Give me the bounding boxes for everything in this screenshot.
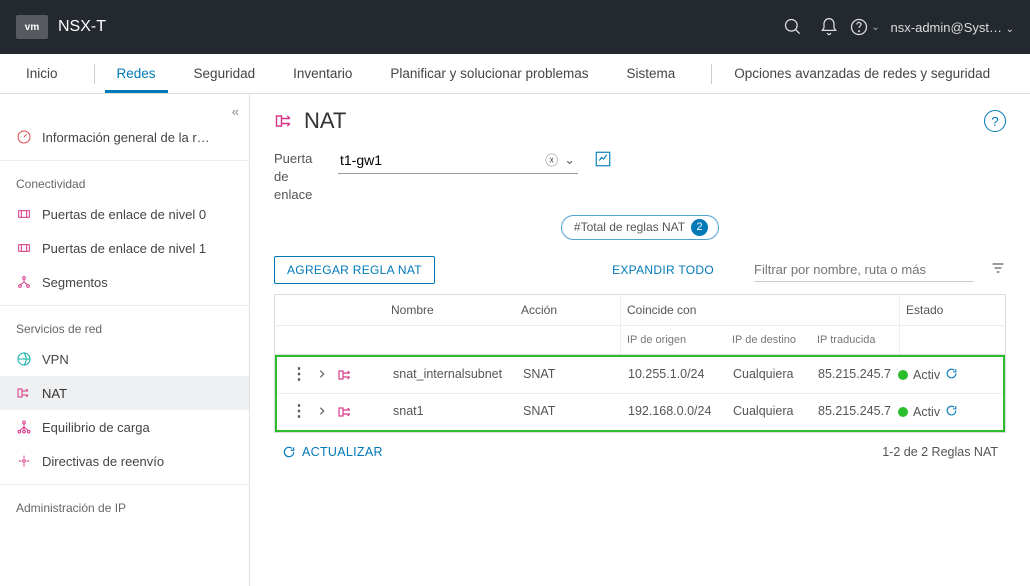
help-icon[interactable]: ?	[984, 110, 1006, 132]
sidebar-section-ipadmin: Administración de IP	[0, 491, 249, 521]
expand-row-icon[interactable]	[317, 368, 327, 382]
tab-redes[interactable]: Redes	[105, 55, 168, 93]
add-nat-rule-button[interactable]: AGREGAR REGLA NAT	[274, 256, 435, 284]
load-balance-icon	[16, 419, 32, 435]
cell-status: Activ	[913, 405, 940, 419]
table-row[interactable]: ⋮ snat1 SNAT 192.168.0.0/24 Cualquiera 8…	[277, 394, 1003, 430]
search-icon[interactable]	[775, 9, 811, 45]
nat-icon	[16, 385, 32, 401]
col-action: Acción	[515, 295, 620, 325]
refresh-row-icon[interactable]	[945, 367, 958, 383]
sidebar: « Información general de la r… Conectivi…	[0, 94, 250, 586]
sidebar-section-connectivity: Conectividad	[0, 167, 249, 197]
user-menu[interactable]: nsx-admin@Syst… ⌄	[891, 20, 1014, 35]
refresh-row-icon[interactable]	[945, 404, 958, 420]
sidebar-item-tier1[interactable]: Puertas de enlace de nivel 1	[0, 231, 249, 265]
gateway-selector[interactable]: ⓧ ⌄	[338, 146, 578, 174]
cell-action: SNAT	[517, 404, 622, 418]
tab-inventario[interactable]: Inventario	[281, 55, 364, 93]
main-tabs: Inicio Redes Seguridad Inventario Planif…	[0, 54, 1030, 94]
sidebar-item-label: Directivas de reenvío	[42, 454, 164, 469]
sidebar-item-label: Información general de la r…	[42, 130, 210, 145]
cell-action: SNAT	[517, 367, 622, 381]
page-title: NAT	[304, 108, 346, 134]
clear-icon[interactable]: ⓧ	[542, 150, 561, 169]
filter-input[interactable]	[754, 258, 974, 282]
sidebar-item-nat[interactable]: NAT	[0, 376, 249, 410]
tab-seguridad[interactable]: Seguridad	[182, 55, 268, 93]
tier1-gateway-icon	[16, 240, 32, 256]
gateway-input[interactable]	[338, 152, 542, 168]
table-row[interactable]: ⋮ snat_internalsubnet SNAT 10.255.1.0/24…	[277, 357, 1003, 394]
cell-status: Activ	[913, 368, 940, 382]
dashboard-icon	[16, 129, 32, 145]
nat-rules-table: Nombre Acción Coincide con Estado IP de …	[274, 294, 1006, 433]
bell-icon[interactable]	[811, 9, 847, 45]
badge-label: #Total de reglas NAT	[574, 220, 685, 234]
sidebar-item-label: VPN	[42, 352, 69, 367]
help-menu-icon[interactable]: ⌄	[847, 9, 883, 45]
sidebar-item-tier0[interactable]: Puertas de enlace de nivel 0	[0, 197, 249, 231]
nat-rule-icon	[337, 367, 353, 383]
segments-icon	[16, 274, 32, 290]
row-menu-icon[interactable]: ⋮	[291, 367, 307, 383]
chart-icon[interactable]	[594, 150, 612, 168]
status-dot-icon	[898, 370, 908, 380]
table-subheader: IP de origen IP de destino IP traducida	[275, 326, 1005, 355]
sidebar-item-label: Puertas de enlace de nivel 1	[42, 241, 206, 256]
nat-rule-icon	[337, 404, 353, 420]
expand-row-icon[interactable]	[317, 405, 327, 419]
nat-page-icon	[274, 111, 294, 131]
col-status: Estado	[900, 295, 1005, 325]
refresh-button[interactable]: ACTUALIZAR	[282, 445, 383, 459]
cell-dst: Cualquiera	[727, 367, 812, 381]
col-dst: IP de destino	[726, 326, 811, 354]
tab-inicio[interactable]: Inicio	[14, 55, 70, 93]
cell-trans: 85.215.245.7	[812, 404, 898, 418]
sidebar-section-netservices: Servicios de red	[0, 312, 249, 342]
sidebar-item-vpn[interactable]: VPN	[0, 342, 249, 376]
badge-count: 2	[691, 219, 708, 236]
sidebar-item-segments[interactable]: Segmentos	[0, 265, 249, 299]
expand-all-button[interactable]: EXPANDIR TODO	[612, 263, 714, 277]
tier0-gateway-icon	[16, 206, 32, 222]
app-header: vm NSX-T ⌄ nsx-admin@Syst… ⌄	[0, 0, 1030, 54]
nat-rules-count-badge[interactable]: #Total de reglas NAT 2	[561, 215, 719, 240]
col-name: Nombre	[385, 295, 515, 325]
vpn-icon	[16, 351, 32, 367]
tab-planificar[interactable]: Planificar y solucionar problemas	[378, 55, 600, 93]
row-count-label: 1-2 de 2 Reglas NAT	[882, 445, 998, 459]
row-menu-icon[interactable]: ⋮	[291, 404, 307, 420]
table-header: Nombre Acción Coincide con Estado	[275, 295, 1005, 326]
cell-trans: 85.215.245.7	[812, 367, 898, 381]
sidebar-item-label: Equilibrio de carga	[42, 420, 150, 435]
sidebar-item-loadbalance[interactable]: Equilibrio de carga	[0, 410, 249, 444]
col-match: Coincide con	[620, 295, 900, 325]
status-dot-icon	[898, 407, 908, 417]
collapse-sidebar-icon[interactable]: «	[232, 104, 239, 119]
col-src: IP de origen	[621, 326, 726, 354]
vmware-logo: vm	[16, 15, 48, 39]
cell-src: 10.255.1.0/24	[622, 367, 727, 381]
chevron-down-icon[interactable]: ⌄	[561, 152, 578, 168]
cell-name: snat_internalsubnet	[387, 367, 517, 381]
table-body-highlighted: ⋮ snat_internalsubnet SNAT 10.255.1.0/24…	[275, 355, 1005, 432]
sidebar-item-forwarding[interactable]: Directivas de reenvío	[0, 444, 249, 478]
sidebar-item-label: Segmentos	[42, 275, 108, 290]
col-trans: IP traducida	[811, 326, 899, 354]
cell-src: 192.168.0.0/24	[622, 404, 727, 418]
cell-name: snat1	[387, 404, 517, 418]
forwarding-icon	[16, 453, 32, 469]
main-content: NAT ? Puerta de enlace ⓧ ⌄ #Total de reg…	[250, 94, 1030, 586]
sidebar-item-label: NAT	[42, 386, 67, 401]
sidebar-item-overview[interactable]: Información general de la r…	[0, 120, 249, 154]
gateway-label: Puerta de enlace	[274, 146, 338, 205]
filter-icon[interactable]	[990, 260, 1006, 279]
sidebar-item-label: Puertas de enlace de nivel 0	[42, 207, 206, 222]
tab-sistema[interactable]: Sistema	[615, 55, 688, 93]
cell-dst: Cualquiera	[727, 404, 812, 418]
product-name: NSX-T	[58, 18, 106, 36]
tab-opciones-avanzadas[interactable]: Opciones avanzadas de redes y seguridad	[722, 55, 1002, 93]
